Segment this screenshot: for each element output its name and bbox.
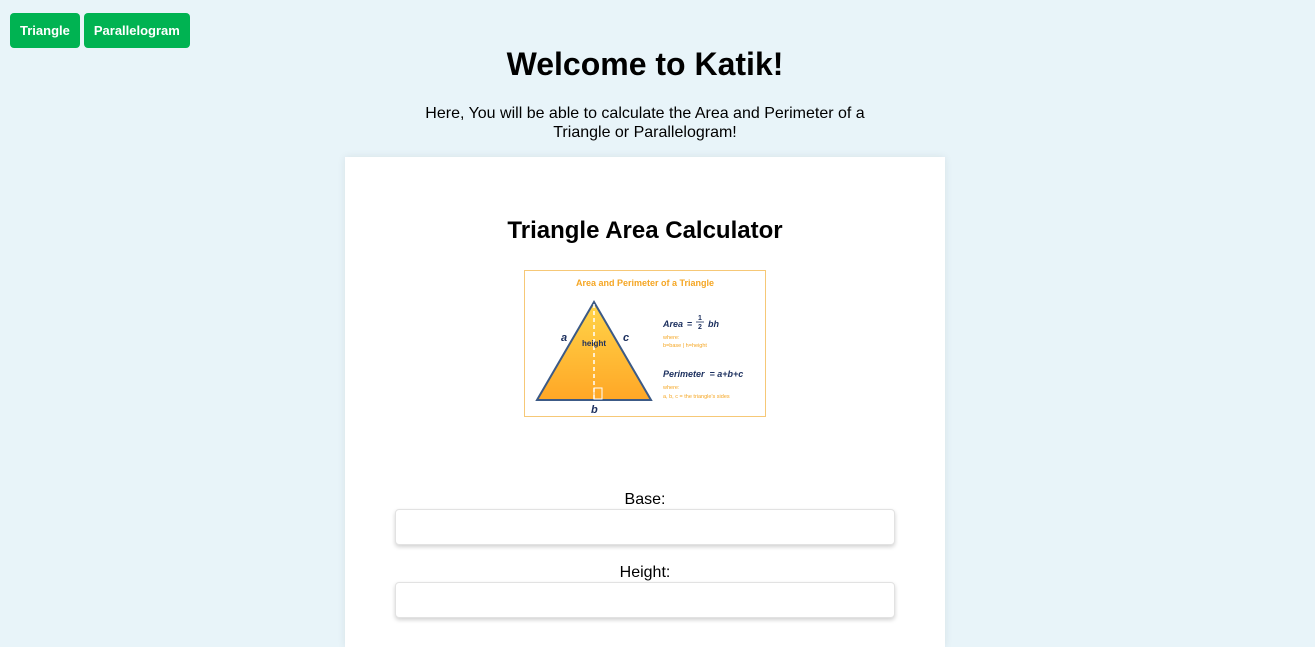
area-where: where: <box>662 335 680 341</box>
area-label: Area <box>662 319 683 329</box>
triangle-diagram-image: Area and Perimeter of a Triangle a c b h… <box>524 270 766 417</box>
side-c-label: c <box>623 332 629 344</box>
nav-bar: Triangle Parallelogram <box>10 13 190 48</box>
base-input[interactable] <box>395 509 895 545</box>
base-label: Base: <box>624 491 666 508</box>
triangle-button[interactable]: Triangle <box>10 13 80 48</box>
area-where-text: b=base | h=height <box>663 343 707 349</box>
perimeter-where-text: a, b, c = the triangle's sides <box>663 394 730 400</box>
page-title: Welcome to Katik! <box>506 46 784 82</box>
triangle-shape <box>535 300 653 401</box>
area-fraction-denominator: 2 <box>698 324 702 331</box>
area-fraction-numerator: 1 <box>698 315 702 322</box>
perimeter-formula: Perimeter = a+b+c <box>663 369 743 379</box>
side-b-label: b <box>591 404 598 416</box>
area-formula-rest: bh <box>708 319 719 329</box>
calculator-title: Triangle Area Calculator <box>507 217 783 244</box>
diagram-title: Area and Perimeter of a Triangle <box>576 278 714 288</box>
area-equals: = <box>687 319 692 329</box>
calculator-card: Triangle Area Calculator Area and Perime… <box>345 157 945 647</box>
height-input[interactable] <box>395 582 895 618</box>
side-a-label: a <box>561 332 567 344</box>
intro-text: Here, You will be able to calculate the … <box>425 105 865 141</box>
height-label: height <box>582 339 606 348</box>
parallelogram-button[interactable]: Parallelogram <box>83 13 190 48</box>
perimeter-where: where: <box>662 385 680 391</box>
height-field-label: Height: <box>619 564 671 581</box>
